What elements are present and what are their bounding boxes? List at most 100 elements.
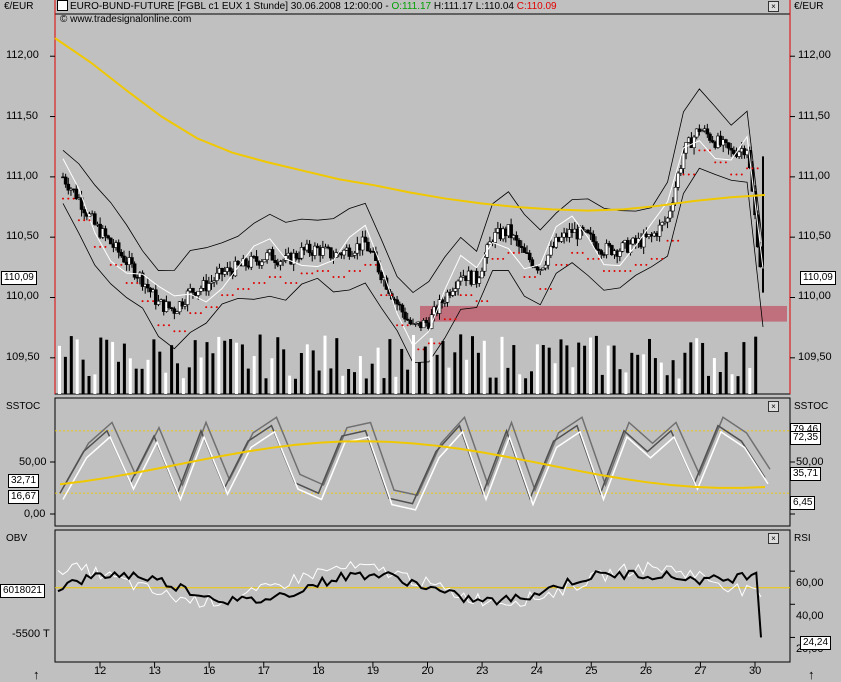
sar-dot [183,330,186,333]
volume-bar [506,367,510,394]
volume-bar [435,354,439,394]
candle-body [679,168,683,174]
volume-bar [117,361,120,394]
sar-dot [279,275,282,278]
price-tick-label-right: 110,50 [798,230,831,243]
volume-bar [400,348,404,394]
candle-body [273,259,277,263]
volume-bar [494,377,498,394]
scroll-up-icon[interactable]: ↑ [808,667,815,682]
candle-body [591,233,596,242]
sar-dot [168,324,171,327]
chart-window: €/EUR EURO-BUND-FUTURE [FGBL c1 EUX 1 St… [0,0,841,682]
volume-bar [229,338,233,394]
sar-dot [698,149,701,152]
volume-bar [665,375,669,394]
volume-bar [594,335,598,394]
stoch-name-left: SSTOC [6,401,41,412]
volume-bar [223,340,227,394]
sar-dot [88,219,91,222]
candle-body [199,288,203,292]
sar-dot [396,324,399,327]
candle-body [737,151,741,157]
candle-body [480,270,484,279]
sar-dot [247,288,250,291]
volume-bar [671,360,675,394]
sar-dot [343,275,346,278]
sar-dot [671,239,674,242]
sar-dot [465,294,468,297]
price-tick-label-right: 110,00 [798,290,831,303]
candle-body [191,288,195,293]
sar-dot [756,167,759,170]
volume-bar [329,368,333,394]
candle-body [400,304,405,313]
close-icon[interactable]: × [768,1,779,12]
sar-dot [470,294,473,297]
sar-dot [518,251,521,254]
sar-dot [634,263,637,266]
time-axis-label: 27 [694,665,707,677]
sar-dot [724,161,727,164]
volume-bar [512,345,516,394]
sar-dot [571,251,574,254]
sar-dot [528,275,531,278]
volume-bar [412,334,415,394]
candle-body [732,149,736,155]
candle-body [527,252,532,261]
sar-dot [327,269,330,272]
rsi-line [57,560,762,608]
candle-body [543,264,548,269]
volume-bar [518,374,522,394]
volume-bar [476,352,480,394]
close-icon[interactable]: × [768,401,779,412]
sar-dot [693,173,696,176]
settings-icon[interactable] [57,0,68,11]
sar-dot [544,288,547,291]
candle-body [530,259,535,267]
chart-title: EURO-BUND-FUTURE [FGBL c1 EUX 1 Stunde] … [70,1,557,13]
volume-bar [465,359,469,394]
candle-body [63,176,68,185]
obv-line [57,569,762,638]
scroll-up-icon[interactable]: ↑ [33,667,40,682]
time-axis-label: 13 [148,665,161,677]
sar-dot [491,257,494,260]
sar-dot [226,294,229,297]
moving-average-200 [54,37,766,212]
sar-dot [406,324,409,327]
sar-dot [608,269,611,272]
volume-bar [606,345,610,394]
close-icon[interactable]: × [768,533,779,544]
volume-bar [553,363,557,394]
volume-bar [276,337,280,394]
sar-dot [136,282,139,285]
candle-body [146,283,150,289]
price-tick-label-left: 111,00 [6,169,39,182]
sar-dot [109,263,112,266]
volume-bar [577,342,581,394]
sar-dot [358,269,361,272]
candle-body [549,246,553,256]
sar-dot [130,282,133,285]
volume-bar [453,352,457,394]
candle-body [599,250,604,255]
sar-dot [178,330,181,333]
volume-bar [624,372,628,394]
stoch-name-right: SSTOC [794,401,829,412]
chart-canvas[interactable] [0,0,841,682]
candle-body [450,291,455,296]
volume-bar [311,350,315,394]
volume-bar [140,368,144,394]
sar-dot [480,300,483,303]
sar-dot [290,282,293,285]
sar-dot [735,173,738,176]
volume-bar [193,340,197,394]
sar-dot [666,239,669,242]
volume-bar [659,362,663,394]
volume-bar [500,336,504,394]
price-tick-label-right: 112,00 [798,49,831,62]
volume-bar [754,336,758,394]
candle-body [681,152,686,169]
sar-dot [719,161,722,164]
